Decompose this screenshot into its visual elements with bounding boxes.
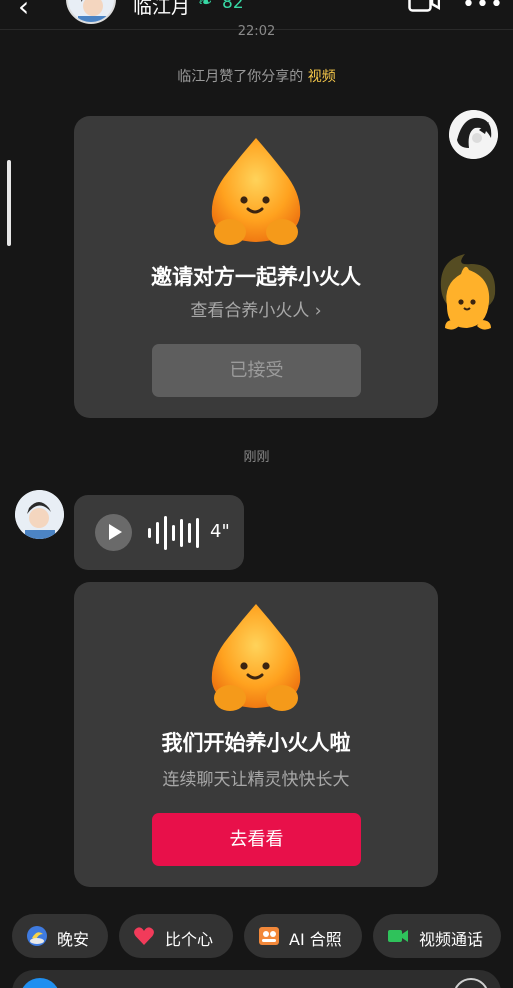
voice-message[interactable]: 4"	[74, 495, 244, 570]
quick-reply-heart[interactable]: 比个心	[119, 914, 233, 958]
fire-mascot	[211, 604, 301, 711]
fire-mascot-small	[440, 254, 496, 330]
card-title: 邀请对方一起养小火人	[151, 265, 361, 289]
fire-mascot	[211, 138, 301, 245]
start-card[interactable]: 我们开始养小火人啦 连续聊天让精灵快快长大 去看看	[74, 582, 438, 887]
waveform-icon	[148, 516, 199, 550]
more-icon[interactable]: •••	[462, 0, 504, 17]
moon-icon	[27, 926, 47, 946]
quick-reply-video-call[interactable]: 视频通话	[373, 914, 501, 958]
card-title: 我们开始养小火人啦	[161, 731, 351, 755]
like-notice: 临江月赞了你分享的 视频	[0, 66, 513, 86]
emoji-icon[interactable]	[453, 978, 489, 988]
peer-avatar[interactable]	[449, 110, 498, 159]
go-see-button[interactable]: 去看看	[152, 813, 361, 866]
timestamp: 22:02	[237, 24, 276, 39]
chip-label: 比个心	[165, 930, 214, 949]
chip-label: AI 合照	[289, 930, 342, 949]
photo-icon	[259, 927, 279, 945]
quick-reply-ai-photo[interactable]: AI 合照	[244, 914, 362, 958]
card-subtitle: 连续聊天让精灵快快长大	[162, 770, 350, 790]
chip-label: 晚安	[57, 930, 90, 949]
message-input-bar[interactable]	[12, 970, 501, 988]
scrollbar[interactable]	[7, 160, 11, 246]
accepted-button[interactable]: 已接受	[152, 344, 361, 397]
quick-reply-goodnight[interactable]: 晚安	[12, 914, 108, 958]
heart-icon	[134, 927, 154, 945]
play-icon[interactable]	[95, 514, 132, 551]
camera-button[interactable]	[20, 978, 60, 988]
timestamp: 刚刚	[243, 450, 270, 465]
back-icon[interactable]: ‹	[18, 0, 48, 22]
chip-label: 视频通话	[419, 930, 484, 949]
invite-card[interactable]: 邀请对方一起养小火人 查看合养小火人 › 已接受	[74, 116, 438, 418]
spark-icon: ❧	[198, 0, 213, 12]
video-call-icon	[388, 930, 408, 942]
notice-text: 临江月赞了你分享的	[177, 69, 304, 85]
my-avatar[interactable]	[15, 490, 64, 539]
view-pet-link[interactable]: 查看合养小火人 ›	[74, 296, 438, 321]
spark-count: 82	[222, 0, 244, 13]
voice-duration: 4"	[210, 521, 230, 542]
notice-link[interactable]: 视频	[308, 69, 336, 85]
video-call-icon[interactable]	[408, 0, 440, 12]
contact-name: 临江月	[133, 0, 191, 18]
contact-avatar[interactable]	[66, 0, 116, 24]
